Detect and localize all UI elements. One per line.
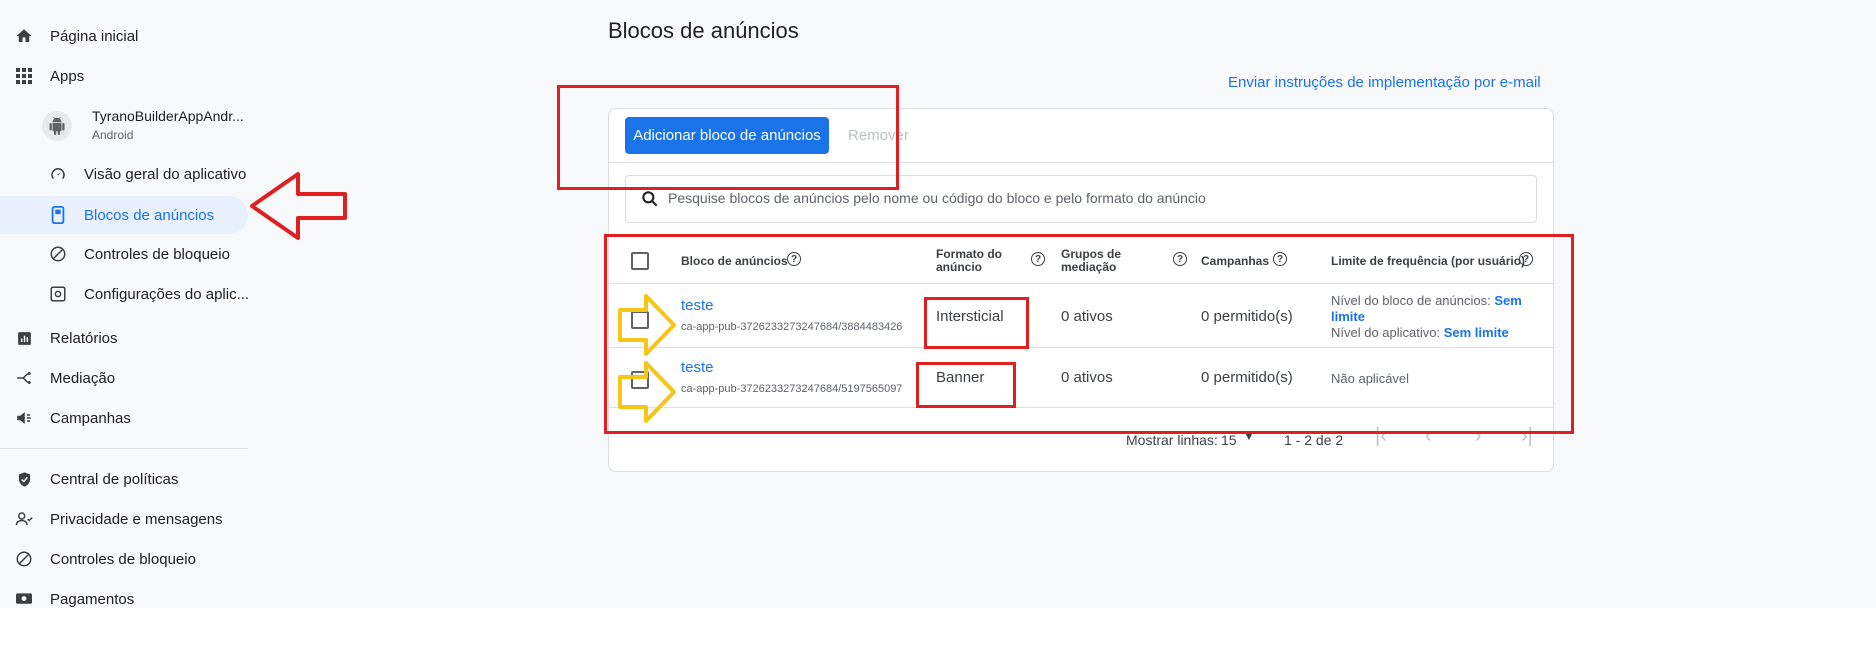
yellow-arrow-icon [618, 361, 676, 423]
yellow-arrow-icon [618, 294, 676, 356]
annotation-arrows [250, 172, 676, 423]
app-root: Página inicial Apps TyranoBuilderAppAndr… [0, 0, 1876, 608]
red-arrow-icon [250, 172, 347, 240]
